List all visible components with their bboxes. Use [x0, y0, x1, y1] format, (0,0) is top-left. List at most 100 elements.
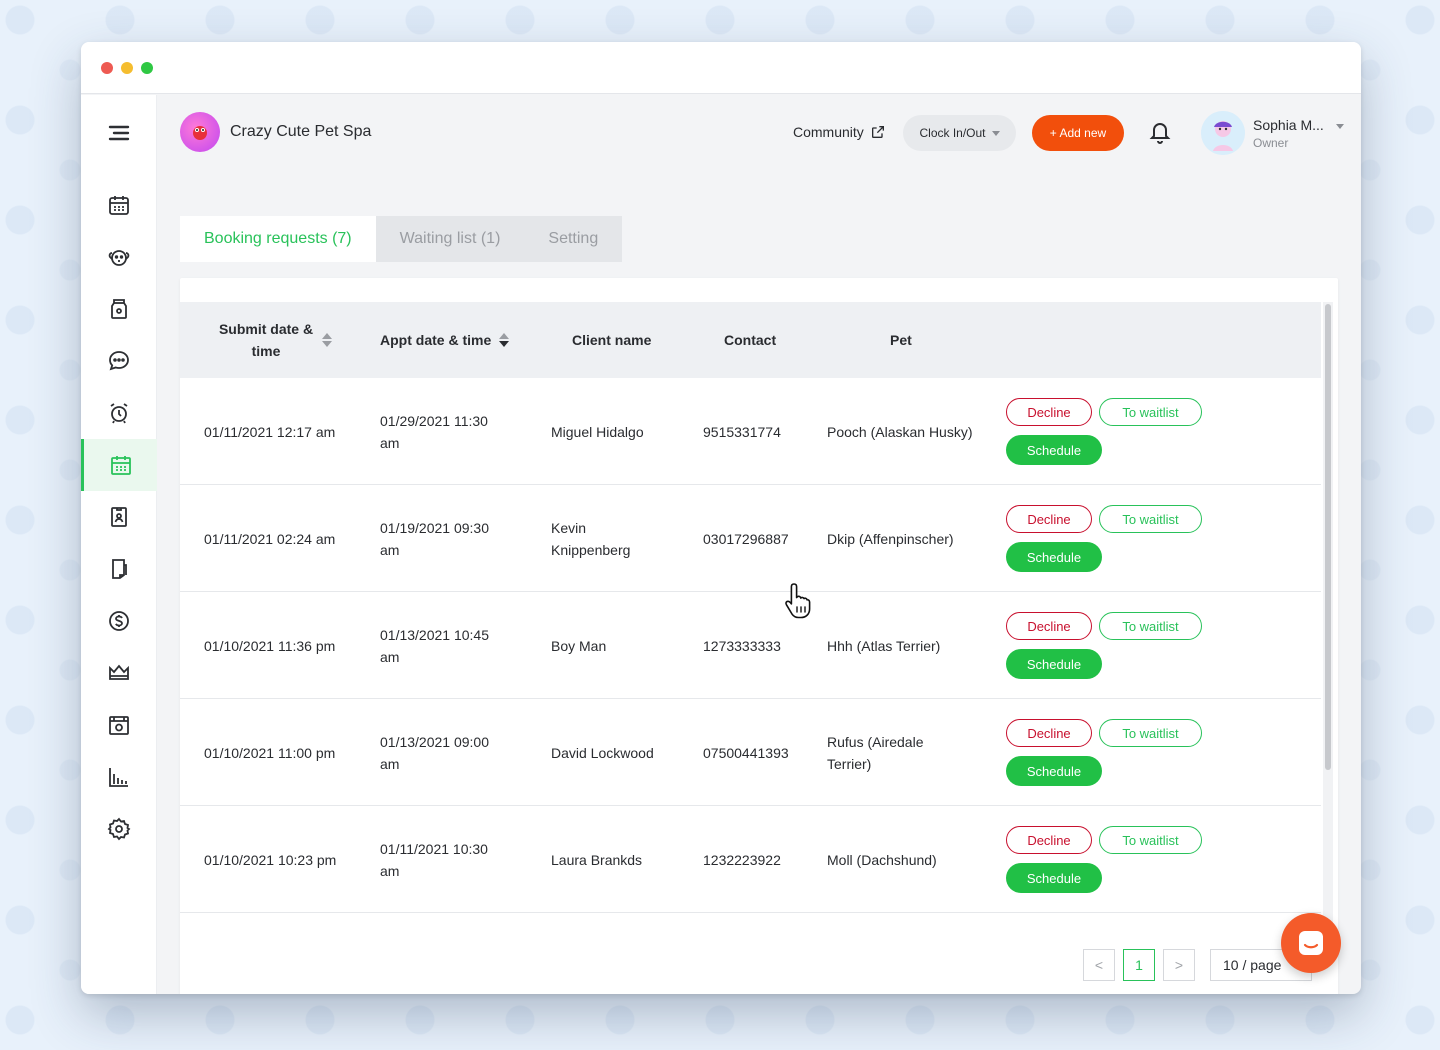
tab-booking-requests[interactable]: Booking requests (7)	[180, 216, 376, 262]
table-row: 01/11/2021 02:24 am 01/19/2021 09:30 am …	[180, 485, 1321, 592]
brand-logo	[180, 112, 220, 152]
decline-button[interactable]: Decline	[1006, 398, 1092, 426]
table-scrollbar[interactable]	[1323, 302, 1333, 924]
client-name: Laura Brankds	[551, 851, 643, 868]
app-window: Crazy Cute Pet Spa Community Clock In/Ou…	[81, 42, 1361, 994]
sidebar-item-reports[interactable]	[81, 751, 157, 803]
table-header: Submit date & time Appt date & time Clie…	[180, 302, 1321, 378]
column-header-submit[interactable]: Submit date & time	[218, 302, 353, 378]
pet: Pooch (Alaskan Husky)	[827, 423, 973, 440]
schedule-button[interactable]: Schedule	[1006, 435, 1102, 465]
contact: 07500441393	[703, 744, 789, 761]
chevron-down-icon	[1335, 123, 1344, 129]
table-row: 01/10/2021 10:23 pm 01/11/2021 10:30 am …	[180, 806, 1321, 913]
sidebar-item-products[interactable]	[81, 283, 157, 335]
sidebar-item-calendar[interactable]	[81, 179, 157, 231]
schedule-button[interactable]: Schedule	[1006, 649, 1102, 679]
pet: Dkip (Affenpinscher)	[827, 530, 954, 547]
to-waitlist-button[interactable]: To waitlist	[1099, 398, 1202, 426]
sidebar-item-invoices[interactable]	[81, 543, 157, 595]
support-chat-button[interactable]	[1281, 913, 1341, 973]
sidebar-item-messages[interactable]	[81, 335, 157, 387]
sidebar-item-membership[interactable]	[81, 647, 157, 699]
invoice-icon	[112, 559, 127, 579]
schedule-button[interactable]: Schedule	[1006, 863, 1102, 893]
top-bar: Crazy Cute Pet Spa Community Clock In/Ou…	[158, 95, 1361, 171]
sidebar-item-kennels[interactable]	[81, 699, 157, 751]
sidebar-item-payments[interactable]	[81, 595, 157, 647]
sidebar-item-settings[interactable]	[81, 803, 157, 855]
user-menu[interactable]: Sophia M... Owner	[1201, 111, 1344, 155]
gear-icon	[107, 817, 131, 841]
appt-date: 01/13/2021 10:45 am	[380, 626, 489, 665]
user-info: Sophia M... Owner	[1253, 117, 1324, 150]
table-row: 01/10/2021 11:00 pm 01/13/2021 09:00 am …	[180, 699, 1321, 806]
appt-date: 01/29/2021 11:30 am	[380, 412, 488, 451]
schedule-button[interactable]: Schedule	[1006, 756, 1102, 786]
submit-date: 01/10/2021 10:23 pm	[204, 851, 337, 868]
user-name: Sophia M...	[1253, 116, 1324, 133]
decline-button[interactable]: Decline	[1006, 612, 1092, 640]
tab-setting[interactable]: Setting	[524, 216, 622, 262]
to-waitlist-button[interactable]: To waitlist	[1099, 826, 1202, 854]
add-new-button[interactable]: + Add new	[1032, 115, 1124, 151]
notifications-button[interactable]	[1148, 119, 1174, 147]
maximize-window-button[interactable]	[141, 61, 153, 74]
appt-date: 01/11/2021 10:30 am	[380, 840, 488, 879]
tab-waiting-list[interactable]: Waiting list (1)	[376, 216, 525, 262]
to-waitlist-button[interactable]: To waitlist	[1099, 612, 1202, 640]
avatar	[1201, 111, 1245, 155]
sidebar-item-pets[interactable]	[81, 231, 157, 283]
appt-date: 01/19/2021 09:30 am	[380, 519, 489, 558]
clock-label: Clock In/Out	[919, 126, 986, 140]
pagination-page-1[interactable]: 1	[1123, 949, 1155, 981]
brand-name: Crazy Cute Pet Spa	[230, 123, 372, 140]
sort-icon[interactable]	[499, 333, 510, 347]
contact: 03017296887	[703, 530, 789, 547]
booking-requests-table: Submit date & time Appt date & time Clie…	[180, 278, 1338, 994]
bell-icon	[1149, 123, 1171, 144]
pet: Rufus (Airedale Terrier)	[827, 733, 924, 772]
window-titlebar	[81, 42, 1361, 94]
clock-in-out-dropdown[interactable]: Clock In/Out	[903, 115, 1016, 151]
kennel-icon	[109, 716, 129, 735]
main-content: Crazy Cute Pet Spa Community Clock In/Ou…	[158, 95, 1361, 994]
decline-button[interactable]: Decline	[1006, 826, 1092, 854]
contact: 9515331774	[703, 423, 781, 440]
column-header-pet: Pet	[890, 332, 912, 348]
schedule-button[interactable]: Schedule	[1006, 542, 1102, 572]
sidebar-item-booking-requests[interactable]	[81, 439, 157, 491]
menu-toggle-button[interactable]	[81, 107, 157, 159]
column-label-submit: Submit date & time	[218, 321, 314, 359]
table-row: 01/10/2021 11:36 pm 01/13/2021 10:45 am …	[180, 592, 1321, 699]
table-row: 01/11/2021 12:17 am 01/29/2021 11:30 am …	[180, 378, 1321, 485]
decline-button[interactable]: Decline	[1006, 719, 1092, 747]
chat-icon	[109, 351, 129, 371]
scrollbar-thumb[interactable]	[1325, 304, 1331, 770]
sidebar-item-reminders[interactable]	[81, 387, 157, 439]
submit-date: 01/10/2021 11:00 pm	[204, 744, 336, 761]
column-header-contact: Contact	[724, 332, 777, 348]
sidebar-item-staff[interactable]	[81, 491, 157, 543]
alarm-clock-icon	[110, 403, 128, 424]
close-window-button[interactable]	[101, 61, 113, 74]
column-label-appt: Appt date & time	[380, 332, 492, 348]
booking-calendar-icon	[110, 456, 131, 475]
to-waitlist-button[interactable]: To waitlist	[1099, 505, 1202, 533]
bar-chart-icon	[109, 768, 128, 787]
column-header-appt[interactable]: Appt date & time	[380, 302, 510, 378]
sort-icon[interactable]	[322, 333, 332, 347]
client-name: Boy Man	[551, 637, 607, 654]
to-waitlist-button[interactable]: To waitlist	[1099, 719, 1202, 747]
brand[interactable]: Crazy Cute Pet Spa	[180, 112, 371, 152]
column-header-client: Client name	[572, 332, 652, 348]
external-link-icon	[871, 126, 884, 138]
minimize-window-button[interactable]	[121, 61, 133, 74]
submit-date: 01/11/2021 02:24 am	[204, 530, 336, 547]
pagination-prev-button[interactable]: <	[1083, 949, 1115, 981]
crown-icon	[109, 664, 129, 680]
pagination-next-button[interactable]: >	[1163, 949, 1195, 981]
submit-date: 01/10/2021 11:36 pm	[204, 637, 336, 654]
community-link[interactable]: Community	[793, 124, 886, 140]
decline-button[interactable]: Decline	[1006, 505, 1092, 533]
